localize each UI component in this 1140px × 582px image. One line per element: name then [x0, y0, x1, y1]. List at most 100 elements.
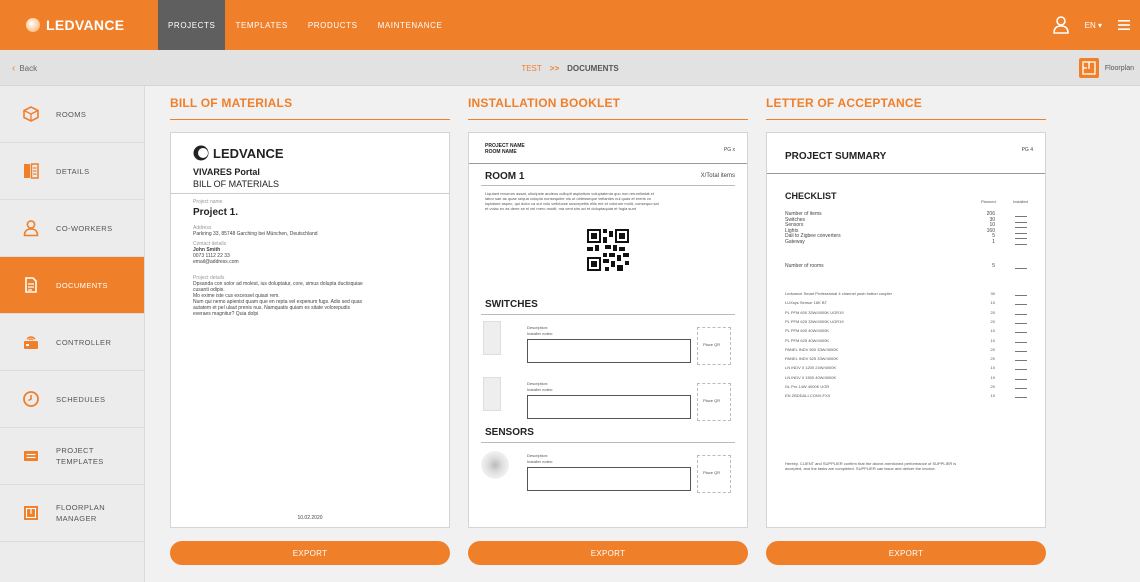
back-button[interactable]: ‹ Back — [12, 50, 37, 86]
product-planned: 20 — [990, 384, 995, 389]
description-label: Description: — [527, 453, 549, 458]
doc-divider — [171, 193, 449, 194]
sidebar-item-co-workers[interactable]: CO-WORKERS — [0, 200, 144, 257]
qr-placeholder-label: Place QR — [703, 470, 721, 475]
product-installed-line — [1015, 332, 1027, 334]
summary-title: PROJECT SUMMARY — [785, 151, 887, 162]
language-select[interactable]: EN ▾ — [1085, 21, 1102, 30]
tab-products[interactable]: PRODUCTS — [298, 0, 368, 50]
sidebar-item-label: PROJECT TEMPLATES — [56, 445, 104, 467]
controller-icon — [24, 336, 38, 349]
installer-notes-label: Installer notes: — [527, 459, 554, 464]
switch-image — [483, 377, 501, 411]
product-installed-line — [1015, 360, 1027, 362]
sidebar-item-label: FLOORPLAN MANAGER — [56, 502, 105, 524]
product-planned: 20 — [990, 346, 995, 352]
qr-placeholder: Place QR — [697, 455, 731, 493]
top-right-controls: EN ▾ — [1052, 0, 1140, 50]
export-button[interactable]: EXPORT — [766, 541, 1046, 565]
doc-title: BILL OF MATERIALS — [193, 179, 280, 189]
sidebar-item-rooms[interactable]: ROOMS — [0, 86, 144, 143]
tab-templates[interactable]: TEMPLATES — [225, 0, 297, 50]
details-line: everaes magnitur? Quia dolpi — [193, 311, 259, 317]
booklet-document-preview[interactable]: PROJECT NAME ROOM NAME PG x ROOM 1 X/Tot… — [468, 132, 748, 528]
sidebar-item-controller[interactable]: CONTROLLER — [0, 314, 144, 371]
tab-projects[interactable]: PROJECTS — [158, 0, 226, 50]
product-installed-line — [1015, 378, 1027, 380]
rooms-label: Number of rooms — [785, 263, 824, 269]
letter-document-preview[interactable]: PROJECT SUMMARY PG 4 CHECKLIST Planned I… — [766, 132, 1046, 528]
export-button[interactable]: EXPORT — [468, 541, 748, 565]
project-name-label: Project name — [193, 199, 223, 205]
main-nav: PROJECTS TEMPLATES PRODUCTS MAINTENANCE — [158, 0, 452, 50]
sidebar-item-project-templates[interactable]: PROJECT TEMPLATES — [0, 428, 144, 485]
qr-code-icon — [587, 229, 629, 271]
switch-image — [483, 321, 501, 355]
bom-document-preview[interactable]: LEDVANCE VIVARES Portal BILL OF MATERIAL… — [170, 132, 450, 528]
product-installed-line — [1015, 341, 1027, 343]
logo-icon — [26, 18, 40, 32]
product-planned: 10 — [990, 374, 995, 380]
qr-placeholder-label: Place QR — [703, 342, 721, 347]
user-icon[interactable] — [1052, 16, 1069, 34]
product-name: PANEL INDV 600 33W/4000K — [785, 346, 839, 352]
title-divider — [766, 119, 1046, 120]
product-planned: 10 — [990, 337, 995, 343]
brand-name: LEDVANCE — [46, 17, 125, 33]
description-label: Description: — [527, 325, 549, 330]
product-name: LN INDV 0 1200 24W/4000K — [785, 365, 837, 371]
cube-icon — [23, 106, 39, 122]
installed-header: Installed — [1013, 199, 1028, 204]
checklist-heading: CHECKLIST — [785, 191, 837, 201]
section-title: INSTALLATION BOOKLET — [468, 96, 621, 110]
sensor-image — [481, 451, 509, 479]
floorplan-button[interactable]: Floorplan — [1078, 56, 1134, 80]
breadcrumb: TEST >> DOCUMENTS — [0, 50, 1140, 86]
label-line-2: MANAGER — [56, 514, 97, 523]
ledvance-logo-icon — [193, 145, 209, 161]
label-line-2: TEMPLATES — [56, 457, 104, 466]
hamburger-icon[interactable] — [1118, 20, 1130, 30]
doc-logo: LEDVANCE — [193, 145, 284, 161]
room-title: ROOM 1 — [485, 171, 525, 182]
address: Parkring 33, 85748 Garching bei München,… — [193, 231, 318, 237]
doc-divider — [481, 185, 735, 186]
rooms-planned: 5 — [992, 263, 995, 269]
sensors-heading: SENSORS — [485, 427, 534, 438]
product-installed-line — [1015, 369, 1027, 371]
product-planned: 10 — [990, 393, 995, 399]
product-name: PL PFM 600 40W/4000K — [785, 328, 830, 334]
sidebar-item-details[interactable]: DETAILS — [0, 143, 144, 200]
qr-placeholder: Place QR — [697, 327, 731, 365]
tab-maintenance[interactable]: MAINTENANCE — [368, 0, 453, 50]
product-installed-line — [1015, 295, 1027, 296]
sidebar-item-label: DOCUMENTS — [56, 280, 108, 290]
floorplan-icon — [24, 506, 38, 520]
product-installed-line — [1015, 397, 1027, 399]
notes-box — [527, 467, 691, 491]
sidebar-item-schedules[interactable]: SCHEDULES — [0, 371, 144, 428]
product-name: PL PFM 625 33W/4000K UGR19 — [785, 318, 844, 324]
product-planned: 10 — [990, 365, 995, 371]
qr-placeholder: Place QR — [697, 383, 731, 421]
description-label: Description: — [527, 381, 549, 386]
brand-logo[interactable]: LEDVANCE — [0, 0, 158, 50]
breadcrumb-project[interactable]: TEST — [521, 64, 541, 73]
booklet-page: PG x — [723, 147, 735, 153]
title-divider — [170, 119, 450, 120]
export-button[interactable]: EXPORT — [170, 541, 450, 565]
checklist-installed-line — [1015, 221, 1027, 223]
sidebar-item-documents[interactable]: DOCUMENTS — [0, 257, 144, 314]
doc-date: 10.02.2020 — [297, 515, 323, 521]
booklet-room-name: ROOM NAME — [485, 149, 517, 155]
chevron-left-icon: ‹ — [12, 62, 16, 74]
product-installed-line — [1015, 388, 1027, 389]
sidebar-item-floorplan-manager[interactable]: FLOORPLAN MANAGER — [0, 485, 144, 542]
document-icon — [25, 277, 37, 293]
contact-email: email@address.com — [193, 259, 239, 265]
product-name: DL Pro 14W 4000K UGR — [785, 384, 830, 389]
product-name: LN INDV 0 1500 40W/4000K — [785, 374, 837, 380]
room-total: X/Total items — [700, 173, 735, 179]
details-icon — [24, 163, 39, 179]
product-planned: 20 — [990, 309, 995, 315]
